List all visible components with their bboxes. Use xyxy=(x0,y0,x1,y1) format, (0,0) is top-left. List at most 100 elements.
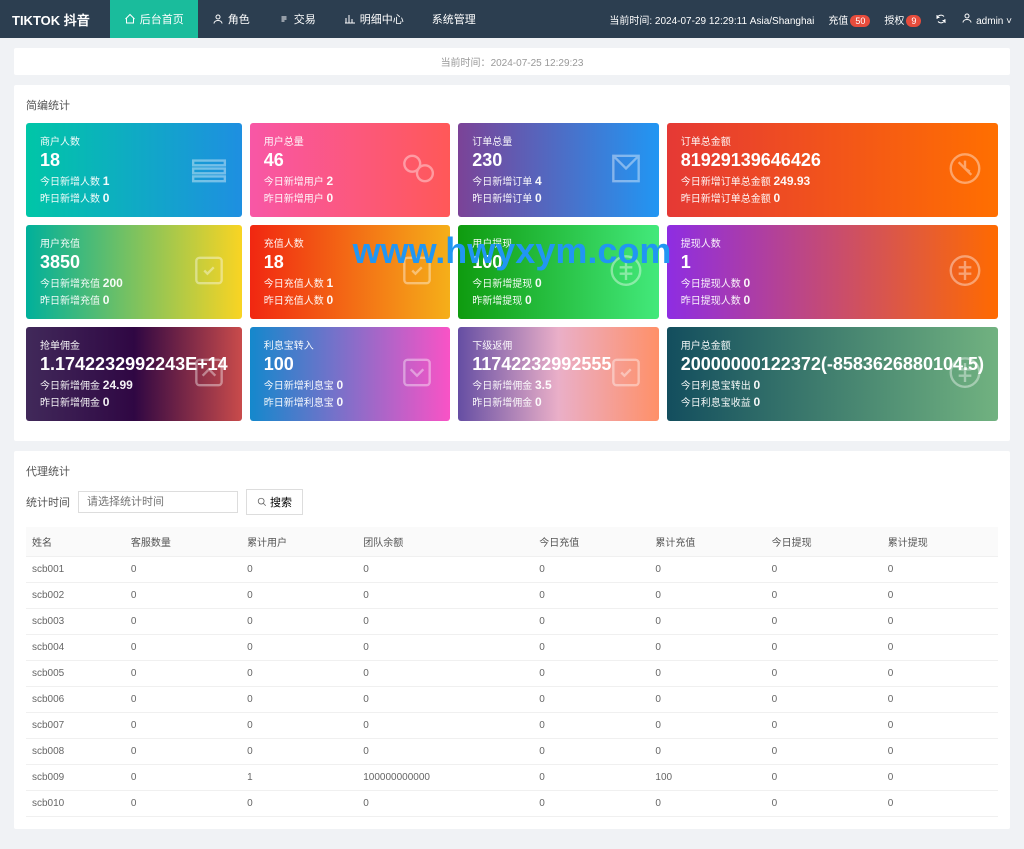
stat-icon xyxy=(607,252,645,293)
stat-icon xyxy=(398,150,436,191)
cell: 0 xyxy=(241,687,357,713)
cell: 0 xyxy=(533,739,649,765)
table-header: 姓名客服数量累计用户团队余额今日充值累计充值今日提现累计提现 xyxy=(26,527,998,557)
table-row: scb0040000000 xyxy=(26,635,998,661)
cell: 0 xyxy=(125,557,241,583)
auth-link[interactable]: 授权9 xyxy=(884,12,921,27)
stat-card: 利息宝转入100今日新增利息宝 0昨日新增利息宝 0 xyxy=(250,327,451,421)
cell: scb008 xyxy=(26,739,125,765)
cell: 0 xyxy=(125,739,241,765)
date-input[interactable] xyxy=(78,491,238,513)
trade-icon xyxy=(278,13,290,25)
nav-system[interactable]: 系统管理 xyxy=(418,0,490,38)
user-icon xyxy=(212,13,224,25)
stat-icon xyxy=(946,354,984,395)
stat-yesterday: 昨日提现人数 0 xyxy=(681,292,984,307)
stat-yesterday: 昨日充值人数 0 xyxy=(264,292,437,307)
cell: 0 xyxy=(357,661,533,687)
cell: 0 xyxy=(125,791,241,817)
stats-card: 简编统计 商户人数18今日新增人数 1昨日新增人数 0用户总量46今日新增用户 … xyxy=(14,85,1010,441)
cell: 100000000000 xyxy=(357,765,533,791)
col-header: 今日提现 xyxy=(766,527,882,557)
cell: scb005 xyxy=(26,661,125,687)
cell: 0 xyxy=(357,583,533,609)
cell: 0 xyxy=(125,713,241,739)
stat-icon xyxy=(607,354,645,395)
refresh-icon[interactable] xyxy=(935,13,947,25)
stat-card: 订单总金额81929139646426今日新增订单总金额 249.93昨日新增订… xyxy=(667,123,998,217)
stat-title: 订单总金额 xyxy=(681,133,984,148)
cell: scb004 xyxy=(26,635,125,661)
cell: 0 xyxy=(241,557,357,583)
cell: 0 xyxy=(882,583,998,609)
home-icon xyxy=(124,13,136,25)
cell: 0 xyxy=(125,765,241,791)
cell: 0 xyxy=(766,713,882,739)
admin-menu[interactable]: admin ˅ xyxy=(961,12,1012,27)
cell: 0 xyxy=(125,635,241,661)
stat-icon xyxy=(398,354,436,395)
cell: 0 xyxy=(649,713,765,739)
stat-card: 商户人数18今日新增人数 1昨日新增人数 0 xyxy=(26,123,242,217)
cell: 0 xyxy=(649,609,765,635)
stat-card: 下级返佣11742232992555今日新增佣金 3.5昨日新增佣金 0 xyxy=(458,327,659,421)
stat-icon xyxy=(190,252,228,293)
stat-card: 提现人数1今日提现人数 0昨日提现人数 0 xyxy=(667,225,998,319)
header: TIKTOK 抖音 后台首页 角色 交易 明细中心 系统管理 当前时间: 202… xyxy=(0,0,1024,38)
cell: 0 xyxy=(533,583,649,609)
stat-title: 用户提现 xyxy=(472,235,645,250)
stat-title: 用户总金额 xyxy=(681,337,984,352)
stat-value: 81929139646426 xyxy=(681,150,984,171)
search-icon xyxy=(257,497,267,507)
content: 当前时间：2024-07-25 12:29:23 简编统计 商户人数18今日新增… xyxy=(0,38,1024,849)
table-row: scb0060000000 xyxy=(26,687,998,713)
cell: 0 xyxy=(125,583,241,609)
stat-yesterday: 昨日新增利息宝 0 xyxy=(264,394,437,409)
nav-home[interactable]: 后台首页 xyxy=(110,0,198,38)
stat-today: 今日利息宝转出 0 xyxy=(681,377,984,392)
stat-value: 1 xyxy=(681,252,984,273)
cell: 0 xyxy=(241,583,357,609)
stat-icon xyxy=(946,150,984,191)
table-row: scb00901100000000000010000 xyxy=(26,765,998,791)
table-row: scb0020000000 xyxy=(26,583,998,609)
stat-icon xyxy=(398,252,436,293)
cell: 0 xyxy=(649,635,765,661)
cell: 0 xyxy=(649,791,765,817)
stat-title: 用户充值 xyxy=(40,235,228,250)
recharge-link[interactable]: 充值50 xyxy=(828,12,870,27)
recharge-badge: 50 xyxy=(850,15,870,27)
cell: 0 xyxy=(125,609,241,635)
agent-table: 姓名客服数量累计用户团队余额今日充值累计充值今日提现累计提现 scb001000… xyxy=(26,527,998,817)
cell: 0 xyxy=(882,765,998,791)
cell: 0 xyxy=(766,739,882,765)
stat-title: 利息宝转入 xyxy=(264,337,437,352)
cell: 0 xyxy=(649,661,765,687)
table-row: scb0010000000 xyxy=(26,557,998,583)
col-header: 累计充值 xyxy=(649,527,765,557)
stat-card: 用户总金额20000000122372(-8583626880104.5)今日利… xyxy=(667,327,998,421)
nav-trade[interactable]: 交易 xyxy=(264,0,330,38)
table-row: scb0100000000 xyxy=(26,791,998,817)
stat-yesterday: 昨日新增佣金 0 xyxy=(40,394,228,409)
header-time: 当前时间: 2024-07-29 12:29:11 Asia/Shanghai xyxy=(609,12,814,27)
cell: 0 xyxy=(882,791,998,817)
stat-icon xyxy=(190,150,228,191)
col-header: 今日充值 xyxy=(533,527,649,557)
nav-details[interactable]: 明细中心 xyxy=(330,0,418,38)
nav-roles[interactable]: 角色 xyxy=(198,0,264,38)
cell: 0 xyxy=(125,687,241,713)
table-body: scb0010000000scb0020000000scb0030000000s… xyxy=(26,557,998,817)
cell: 0 xyxy=(533,687,649,713)
agent-title: 代理统计 xyxy=(26,463,998,479)
cell: scb009 xyxy=(26,765,125,791)
cell: scb002 xyxy=(26,583,125,609)
stats-grid: 商户人数18今日新增人数 1昨日新增人数 0用户总量46今日新增用户 2昨日新增… xyxy=(26,123,998,421)
cell: 0 xyxy=(766,609,882,635)
stat-icon xyxy=(607,150,645,191)
cell: 0 xyxy=(241,739,357,765)
search-button[interactable]: 搜索 xyxy=(246,489,303,515)
cell: 0 xyxy=(533,713,649,739)
stat-title: 商户人数 xyxy=(40,133,228,148)
col-header: 姓名 xyxy=(26,527,125,557)
